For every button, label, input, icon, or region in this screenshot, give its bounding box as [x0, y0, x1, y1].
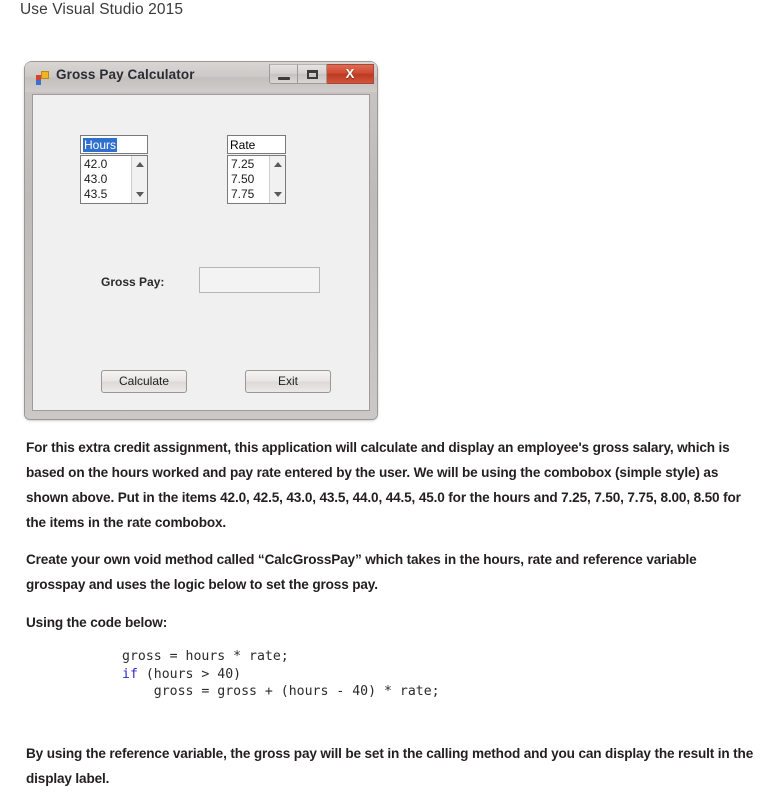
- code-line-2-rest: (hours > 40): [137, 666, 242, 682]
- code-line-1: gross = hours * rate;: [122, 649, 289, 664]
- maximize-icon: [307, 70, 318, 79]
- rate-combobox-items: 7.25 7.50 7.75: [228, 156, 268, 203]
- assignment-description-paragraph: For this extra credit assignment, this a…: [26, 440, 741, 530]
- maximize-button[interactable]: [298, 64, 327, 84]
- window-controls: X: [269, 64, 374, 84]
- rate-combobox-input[interactable]: Rate: [227, 135, 286, 154]
- minimize-icon: [278, 77, 290, 80]
- list-item[interactable]: 7.50: [231, 172, 268, 187]
- gross-pay-calculator-window: Gross Pay Calculator X Hours 42.0 43.0 4…: [25, 62, 377, 419]
- method-instructions-paragraph: Create your own void method called “Calc…: [26, 552, 697, 592]
- window-title-bar[interactable]: Gross Pay Calculator X: [25, 62, 377, 92]
- rate-combobox[interactable]: Rate 7.25 7.50 7.75: [227, 135, 286, 204]
- code-snippet: gross = hours * rate; if (hours > 40) gr…: [122, 648, 440, 701]
- list-item[interactable]: 43.5: [84, 187, 130, 202]
- minimize-button[interactable]: [269, 64, 298, 84]
- page-title: Use Visual Studio 2015: [20, 1, 184, 18]
- window-title: Gross Pay Calculator: [56, 67, 195, 82]
- list-item[interactable]: 43.0: [84, 172, 130, 187]
- code-intro-label: Using the code below:: [26, 615, 168, 630]
- closing-paragraph: By using the reference variable, the gro…: [26, 746, 754, 786]
- rate-combobox-list[interactable]: 7.25 7.50 7.75: [227, 155, 286, 204]
- list-item[interactable]: 7.75: [231, 187, 268, 202]
- form-client-area: Hours 42.0 43.0 43.5 Rate 7.25 7.50 7.75…: [32, 94, 370, 411]
- visual-studio-form-icon: [36, 71, 50, 85]
- scroll-up-icon[interactable]: [135, 162, 144, 167]
- calculate-button[interactable]: Calculate: [101, 370, 187, 393]
- hours-combobox-input[interactable]: Hours: [80, 135, 148, 154]
- hours-combobox-value: Hours: [83, 138, 118, 152]
- hours-list-scrollbar[interactable]: [131, 156, 147, 203]
- hours-combobox-items: 42.0 43.0 43.5: [81, 156, 130, 203]
- code-keyword-if: if: [122, 666, 138, 682]
- code-line-3: gross = gross + (hours - 40) * rate;: [122, 684, 440, 699]
- gross-pay-display: [199, 267, 320, 293]
- scroll-down-icon[interactable]: [135, 192, 144, 197]
- hours-combobox-list[interactable]: 42.0 43.0 43.5: [80, 155, 148, 204]
- list-item[interactable]: 42.0: [84, 157, 130, 172]
- rate-list-scrollbar[interactable]: [269, 156, 285, 203]
- hours-combobox[interactable]: Hours 42.0 43.0 43.5: [80, 135, 148, 204]
- list-item[interactable]: 7.25: [231, 157, 268, 172]
- exit-button[interactable]: Exit: [245, 370, 331, 393]
- close-button[interactable]: X: [327, 64, 374, 84]
- gross-pay-label: Gross Pay:: [101, 275, 165, 289]
- scroll-down-icon[interactable]: [273, 192, 282, 197]
- scroll-up-icon[interactable]: [273, 162, 282, 167]
